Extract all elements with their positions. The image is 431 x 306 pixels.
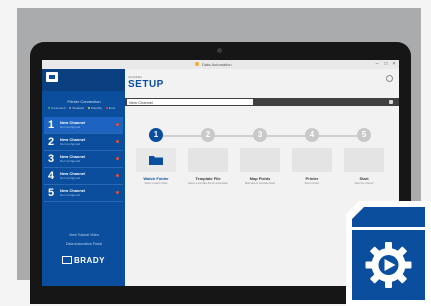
- portal-link[interactable]: Data Automation Portal: [48, 242, 120, 246]
- brand-text: BRADY: [74, 256, 105, 265]
- close-icon[interactable]: ×: [390, 61, 398, 68]
- step-label: Printer: [305, 176, 319, 181]
- legend-standby: Standby: [90, 106, 102, 110]
- sidebar-title: Printer Connection: [67, 99, 101, 104]
- channel-status-text: Not Configured: [60, 125, 81, 129]
- status-dot-icon: [116, 157, 119, 160]
- channel-number: 1: [48, 119, 55, 131]
- status-dot-icon: [116, 191, 119, 194]
- step-label: Template File: [195, 176, 221, 181]
- folder-icon: [149, 156, 163, 165]
- step-number: 4: [305, 128, 319, 142]
- legend-disabled: Disabled: [72, 106, 85, 110]
- step-number: 5: [357, 128, 371, 142]
- step-card[interactable]: [240, 148, 280, 172]
- legend-connected: Connected: [51, 106, 66, 110]
- step-description: Select a watch folder: [144, 182, 168, 185]
- step-label: Watch Folder: [143, 176, 169, 181]
- channel-number: 4: [48, 170, 55, 182]
- sidebar: Printer Connection Connected Disabled St…: [42, 69, 125, 286]
- channel-number: 3: [48, 153, 55, 165]
- brady-logo-icon: [62, 256, 72, 264]
- page-title: SETUP: [128, 79, 164, 90]
- channel-name-input[interactable]: [127, 99, 253, 105]
- step-description: Map data to template fields: [244, 182, 276, 185]
- standby-dot-icon: [87, 107, 90, 110]
- channel-status-text: Not Configured: [60, 142, 81, 146]
- channel-status-text: Not Configured: [60, 193, 81, 197]
- step-number: 2: [201, 128, 215, 142]
- step-card[interactable]: [136, 148, 176, 172]
- step-description: Select printer: [304, 182, 320, 185]
- step-description: Start the channel: [354, 182, 374, 185]
- step-number: 3: [253, 128, 267, 142]
- step-description: Select a template file for automation: [188, 182, 228, 185]
- channel-status-text: Not Configured: [60, 176, 81, 180]
- maximize-icon[interactable]: □: [382, 61, 390, 68]
- step-card[interactable]: [188, 148, 228, 172]
- legend-error: Error: [108, 106, 116, 110]
- lock-icon[interactable]: [389, 100, 393, 104]
- window-title: Data Automation: [202, 62, 232, 67]
- status-dot-icon: [116, 123, 119, 126]
- status-legend: Connected Disabled Standby Error: [48, 106, 115, 110]
- channel-number: 5: [48, 187, 55, 199]
- settings-icon[interactable]: [386, 75, 393, 82]
- channel-item-2[interactable]: 2 New Channel Not Configured: [44, 134, 123, 151]
- channel-number: 2: [48, 136, 55, 148]
- channel-item-1[interactable]: 1 New Channel Not Configured: [44, 117, 123, 134]
- sidebar-header: [42, 69, 125, 91]
- status-dot-icon: [116, 174, 119, 177]
- channel-item-4[interactable]: 4 New Channel Not Configured: [44, 168, 123, 185]
- tutorial-video-link[interactable]: View Tutorial Video: [48, 233, 120, 237]
- channel-item-5[interactable]: 5 New Channel Not Configured: [44, 185, 123, 202]
- channel-item-3[interactable]: 3 New Channel Not Configured: [44, 151, 123, 168]
- step-label: Map Fields: [249, 176, 271, 181]
- channel-name-bar: [125, 98, 399, 106]
- brady-logo: BRADY: [62, 256, 106, 265]
- title-bar: Data Automation – □ ×: [42, 60, 399, 69]
- home-icon[interactable]: [46, 72, 58, 82]
- error-dot-icon: [105, 107, 108, 110]
- automation-badge-icon: [346, 201, 431, 306]
- step-card[interactable]: [344, 148, 384, 172]
- step-label: Start: [359, 176, 369, 181]
- step-card[interactable]: [292, 148, 332, 172]
- connected-dot-icon: [48, 107, 50, 110]
- step-number: 1: [149, 128, 163, 142]
- channel-status-text: Not Configured: [60, 159, 81, 163]
- app-icon: [195, 62, 199, 66]
- minimize-icon[interactable]: –: [373, 61, 381, 68]
- webcam: [217, 48, 222, 53]
- status-dot-icon: [116, 140, 119, 143]
